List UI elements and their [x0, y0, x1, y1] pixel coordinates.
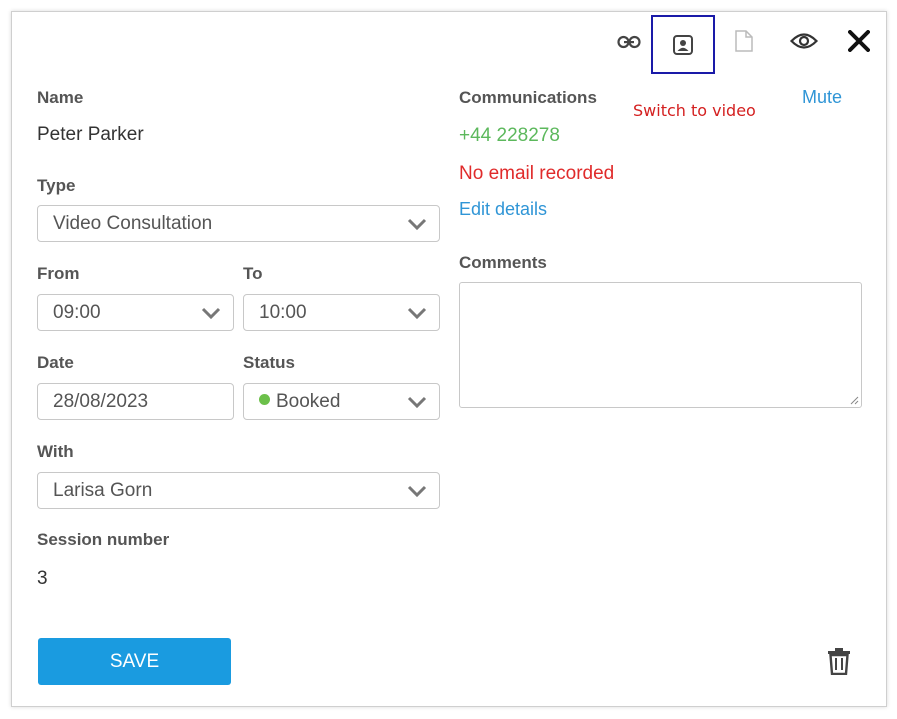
switch-to-video-button[interactable]	[651, 15, 715, 74]
status-select[interactable]: Booked	[243, 383, 440, 420]
communications-label: Communications	[459, 88, 597, 107]
chevron-down-icon	[407, 307, 427, 320]
email-status: No email recorded	[459, 163, 615, 184]
person-video-icon	[673, 34, 693, 55]
delete-button[interactable]	[822, 644, 856, 678]
type-select-value: Video Consultation	[53, 213, 213, 234]
session-number-value: 3	[37, 568, 48, 589]
close-button[interactable]	[844, 26, 874, 56]
chevron-down-icon	[201, 307, 221, 320]
type-label: Type	[37, 176, 76, 195]
session-number-label: Session number	[37, 530, 170, 549]
document-button[interactable]	[730, 27, 758, 55]
preview-button[interactable]	[788, 26, 820, 56]
comments-textarea[interactable]	[459, 282, 862, 408]
name-label: Name	[37, 88, 84, 107]
phone-number: +44 228278	[459, 125, 560, 146]
name-value: Peter Parker	[37, 124, 144, 145]
status-select-value: Booked	[276, 391, 341, 412]
save-button[interactable]: SAVE	[38, 638, 231, 685]
with-select-value: Larisa Gorn	[53, 480, 153, 501]
with-select[interactable]: Larisa Gorn	[37, 472, 440, 509]
eye-icon	[790, 33, 818, 49]
copy-link-button[interactable]	[615, 28, 643, 56]
chevron-down-icon	[407, 485, 427, 498]
comments-label: Comments	[459, 253, 547, 272]
link-icon	[617, 35, 641, 49]
resize-handle-icon[interactable]	[850, 396, 859, 405]
switch-to-video-annotation: Switch to video	[633, 101, 756, 120]
status-dot	[259, 394, 270, 406]
chevron-down-icon	[407, 396, 427, 409]
date-input[interactable]: 28/08/2023	[37, 383, 234, 420]
status-label: Status	[243, 353, 295, 372]
from-label: From	[37, 264, 80, 283]
from-select-value: 09:00	[53, 302, 101, 323]
date-input-value: 28/08/2023	[53, 391, 149, 412]
close-icon	[848, 30, 870, 52]
type-select[interactable]: Video Consultation	[37, 205, 440, 242]
document-icon	[735, 30, 753, 52]
chevron-down-icon	[407, 218, 427, 231]
date-label: Date	[37, 353, 74, 372]
trash-icon	[828, 648, 850, 675]
edit-details-link[interactable]: Edit details	[459, 199, 547, 220]
mute-link[interactable]: Mute	[802, 87, 842, 108]
to-select[interactable]: 10:00	[243, 294, 440, 331]
appointment-dialog: Switch to video Mute Name Peter Parker T…	[11, 11, 887, 707]
with-label: With	[37, 442, 74, 461]
to-select-value: 10:00	[259, 302, 307, 323]
from-select[interactable]: 09:00	[37, 294, 234, 331]
to-label: To	[243, 264, 263, 283]
